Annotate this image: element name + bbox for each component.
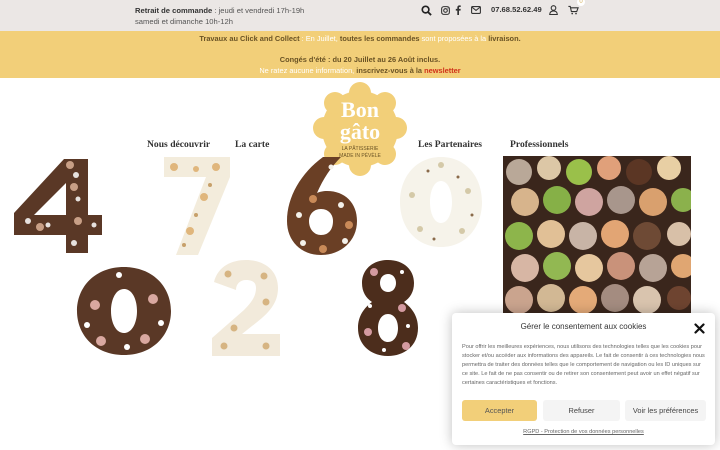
announce-delivery: livraison. [488, 34, 521, 43]
announce-july: : En Juillet, [301, 34, 338, 43]
accept-button[interactable]: Accepter [462, 400, 537, 421]
announce-holidays: Congés d'été : du 20 Juillet au 26 Août … [279, 55, 441, 64]
pickup-label: Retrait de commande [135, 6, 213, 15]
announcement-line-2: Congés d'été : du 20 Juillet au 26 Août … [0, 55, 720, 64]
number-cake-0-light[interactable] [398, 155, 484, 249]
pickup-hours: Retrait de commande : jeudi et vendredi … [135, 5, 304, 27]
number-cake-6[interactable] [283, 155, 361, 257]
logo-line-2: gâto [340, 119, 380, 144]
pickup-hours-weekday: : jeudi et vendredi 17h-19h [214, 6, 305, 15]
announce-click-collect: Travaux au Click and Collect [199, 34, 300, 43]
phone-number[interactable]: 07.68.52.62.49 [491, 5, 542, 14]
nav-les-partenaires[interactable]: Les Partenaires [418, 139, 482, 150]
user-icon[interactable] [547, 4, 559, 16]
cart-count-badge: 0 [577, 0, 585, 6]
announce-dont-miss: Ne ratez aucune information, [259, 66, 355, 75]
pastry-assortment-photo[interactable] [503, 156, 691, 314]
cookie-description: Pour offrir les meilleures expériences, … [462, 344, 705, 386]
number-cake-4[interactable] [8, 155, 106, 257]
nav-nous-decouvrir[interactable]: Nous découvrir [147, 139, 210, 150]
nav-professionnels[interactable]: Professionnels [510, 139, 568, 150]
cart-icon[interactable] [567, 4, 579, 16]
announce-all-orders: toutes les commandes [339, 34, 420, 43]
number-cake-7[interactable] [160, 155, 234, 257]
nav-la-carte[interactable]: La carte [235, 139, 269, 150]
announcement-line-1: Travaux au Click and Collect : En Juille… [0, 34, 720, 43]
newsletter-link[interactable]: newsletter [424, 66, 461, 75]
announcement-banner: Travaux au Click and Collect : En Juille… [0, 31, 720, 78]
number-cake-0-chocolate[interactable] [75, 265, 173, 357]
facebook-icon[interactable] [452, 4, 464, 16]
search-icon[interactable] [420, 4, 432, 16]
email-icon[interactable] [470, 4, 482, 16]
refuse-button[interactable]: Refuser [543, 400, 620, 421]
number-cake-2[interactable] [208, 258, 284, 358]
top-bar: Retrait de commande : jeudi et vendredi … [0, 0, 720, 31]
number-cake-8[interactable] [354, 258, 422, 358]
cookie-consent-panel: Gérer le consentement aux cookies Pour o… [452, 313, 715, 445]
rgpd-link[interactable]: RGPD - Protection de vos données personn… [452, 429, 715, 435]
instagram-icon[interactable] [439, 4, 451, 16]
logo-sub-1: LA PÂTISSERIE [342, 145, 379, 152]
cookie-title: Gérer le consentement aux cookies [520, 322, 647, 331]
announce-offered: sont proposées à la [421, 34, 487, 43]
announce-subscribe: inscrivez-vous à la [356, 66, 423, 75]
preferences-button[interactable]: Voir les préférences [625, 400, 706, 421]
close-icon[interactable] [694, 321, 705, 334]
page: Retrait de commande : jeudi et vendredi … [0, 0, 720, 450]
announcement-line-3: Ne ratez aucune information, inscrivez-v… [0, 66, 720, 75]
pickup-hours-weekend: samedi et dimanche 10h-12h [135, 17, 233, 26]
